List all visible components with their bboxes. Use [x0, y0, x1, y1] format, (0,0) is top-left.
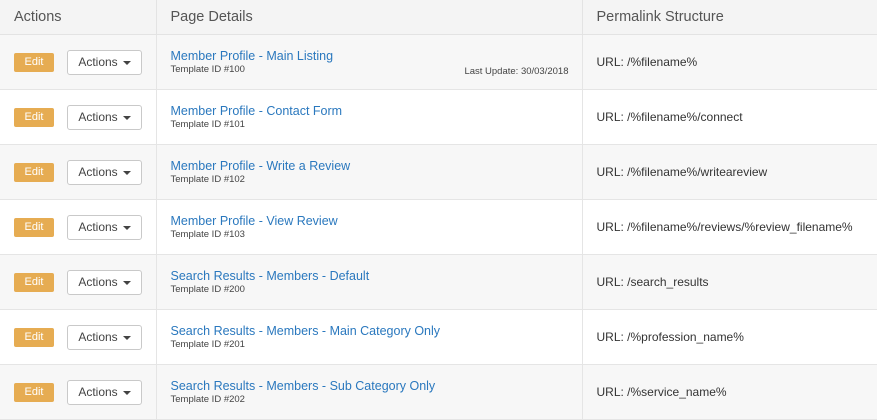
- permalink-url: URL: /%service_name%: [583, 385, 877, 399]
- page-details-cell: Search Results - Members - Default Templ…: [156, 255, 582, 310]
- permalink-cell: URL: /%filename%/connect: [582, 90, 877, 145]
- actions-dropdown-label: Actions: [78, 110, 117, 124]
- template-id: Template ID #101: [171, 119, 568, 131]
- permalink-cell: URL: /%filename%/writeareview: [582, 145, 877, 200]
- edit-button[interactable]: Edit: [14, 53, 54, 72]
- actions-dropdown-button[interactable]: Actions: [67, 270, 142, 295]
- table-row: Edit Actions Search Results - Members - …: [0, 365, 877, 420]
- caret-down-icon: [123, 61, 131, 65]
- table-row: Edit Actions Search Results - Members - …: [0, 255, 877, 310]
- table-row: Edit Actions Member Profile - View Revie…: [0, 200, 877, 255]
- page-title-link[interactable]: Search Results - Members - Sub Category …: [171, 379, 568, 394]
- page-title-link[interactable]: Member Profile - Main Listing: [171, 49, 568, 64]
- template-id: Template ID #200: [171, 284, 568, 296]
- actions-dropdown-button[interactable]: Actions: [67, 105, 142, 130]
- template-id: Template ID #202: [171, 394, 568, 406]
- page-details-cell: Member Profile - Write a Review Template…: [156, 145, 582, 200]
- actions-dropdown-button[interactable]: Actions: [67, 325, 142, 350]
- edit-button[interactable]: Edit: [14, 108, 54, 127]
- header-permalink-structure: Permalink Structure: [582, 0, 877, 35]
- page-details-cell: Search Results - Members - Main Category…: [156, 310, 582, 365]
- page-title-link[interactable]: Search Results - Members - Main Category…: [171, 324, 568, 339]
- edit-button[interactable]: Edit: [14, 163, 54, 182]
- table-header-row: Actions Page Details Permalink Structure: [0, 0, 877, 35]
- edit-button[interactable]: Edit: [14, 273, 54, 292]
- caret-down-icon: [123, 116, 131, 120]
- page-details-cell: Member Profile - View Review Template ID…: [156, 200, 582, 255]
- permalink-cell: URL: /%filename%/reviews/%review_filenam…: [582, 200, 877, 255]
- permalink-cell: URL: /%profession_name%: [582, 310, 877, 365]
- caret-down-icon: [123, 336, 131, 340]
- actions-dropdown-button[interactable]: Actions: [67, 50, 142, 75]
- permalink-url: URL: /%filename%/connect: [583, 110, 877, 124]
- permalink-url: URL: /%filename%/writeareview: [583, 165, 877, 179]
- actions-dropdown-button[interactable]: Actions: [67, 160, 142, 185]
- edit-button[interactable]: Edit: [14, 383, 54, 402]
- page-details-cell: Member Profile - Contact Form Template I…: [156, 90, 582, 145]
- header-actions: Actions: [0, 0, 156, 35]
- page-details-cell: Search Results - Members - Sub Category …: [156, 365, 582, 420]
- header-page-details: Page Details: [156, 0, 582, 35]
- permalink-cell: URL: /search_results: [582, 255, 877, 310]
- actions-dropdown-label: Actions: [78, 385, 117, 399]
- caret-down-icon: [123, 281, 131, 285]
- actions-cell: Edit Actions: [0, 365, 156, 420]
- actions-dropdown-button[interactable]: Actions: [67, 215, 142, 240]
- permalink-cell: URL: /%service_name%: [582, 365, 877, 420]
- caret-down-icon: [123, 171, 131, 175]
- actions-dropdown-button[interactable]: Actions: [67, 380, 142, 405]
- table-row: Edit Actions Member Profile - Contact Fo…: [0, 90, 877, 145]
- table-row: Edit Actions Member Profile - Main Listi…: [0, 35, 877, 90]
- table-row: Edit Actions Search Results - Members - …: [0, 310, 877, 365]
- permalink-url: URL: /search_results: [583, 275, 877, 289]
- actions-dropdown-label: Actions: [78, 165, 117, 179]
- actions-dropdown-label: Actions: [78, 55, 117, 69]
- page-title-link[interactable]: Member Profile - Contact Form: [171, 104, 568, 119]
- actions-dropdown-label: Actions: [78, 330, 117, 344]
- edit-button[interactable]: Edit: [14, 218, 54, 237]
- permalink-cell: URL: /%filename%: [582, 35, 877, 90]
- permalink-url: URL: /%filename%/reviews/%review_filenam…: [583, 220, 877, 234]
- actions-dropdown-label: Actions: [78, 220, 117, 234]
- actions-cell: Edit Actions: [0, 200, 156, 255]
- page-title-link[interactable]: Search Results - Members - Default: [171, 269, 568, 284]
- table-row: Edit Actions Member Profile - Write a Re…: [0, 145, 877, 200]
- actions-cell: Edit Actions: [0, 145, 156, 200]
- template-id: Template ID #102: [171, 174, 568, 186]
- last-update: Last Update: 30/03/2018: [464, 66, 568, 77]
- permalink-url: URL: /%profession_name%: [583, 330, 877, 344]
- template-id: Template ID #103: [171, 229, 568, 241]
- edit-button[interactable]: Edit: [14, 328, 54, 347]
- permalink-url: URL: /%filename%: [583, 55, 877, 69]
- template-id: Template ID #201: [171, 339, 568, 351]
- table-body: Edit Actions Member Profile - Main Listi…: [0, 35, 877, 420]
- page-title-link[interactable]: Member Profile - Write a Review: [171, 159, 568, 174]
- actions-cell: Edit Actions: [0, 90, 156, 145]
- page-title-link[interactable]: Member Profile - View Review: [171, 214, 568, 229]
- actions-dropdown-label: Actions: [78, 275, 117, 289]
- actions-cell: Edit Actions: [0, 310, 156, 365]
- caret-down-icon: [123, 391, 131, 395]
- actions-cell: Edit Actions: [0, 35, 156, 90]
- caret-down-icon: [123, 226, 131, 230]
- actions-cell: Edit Actions: [0, 255, 156, 310]
- page-details-cell: Member Profile - Main Listing Template I…: [156, 35, 582, 90]
- templates-table: Actions Page Details Permalink Structure…: [0, 0, 877, 420]
